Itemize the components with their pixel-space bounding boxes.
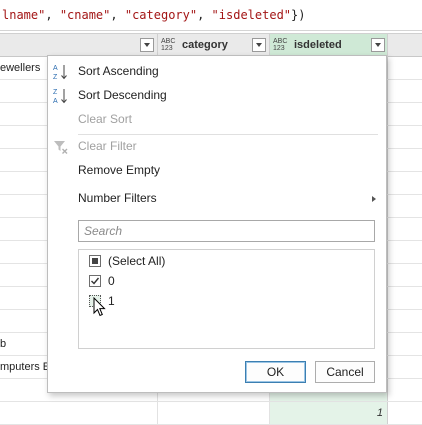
cell-text: ewellers: [0, 62, 41, 74]
cell-value: 1: [376, 407, 383, 419]
sort-ascending-menu-item[interactable]: A Z Sort Ascending: [48, 60, 386, 84]
column-header-row: ABC 123 category ABC 123 isdeleted: [0, 33, 422, 57]
checkmark-icon: [91, 277, 100, 285]
column-header-category[interactable]: ABC 123 category: [158, 34, 270, 57]
cancel-button[interactable]: Cancel: [315, 361, 375, 383]
formula-text[interactable]: lname", "cname", "category", "isdeleted"…: [2, 8, 305, 22]
value-checkbox[interactable]: [89, 275, 101, 287]
type-badge-top: ABC: [273, 38, 288, 45]
formula-token: ,: [197, 8, 212, 22]
number-filters-menu-item[interactable]: Number Filters: [48, 187, 386, 211]
formula-token: "isdeleted": [211, 8, 292, 22]
clear-sort-menu-item[interactable]: Clear Sort: [48, 108, 386, 132]
column-filter-dropdown-button[interactable]: [371, 38, 385, 52]
type-badge-bottom: 123: [273, 45, 285, 52]
type-any-icon[interactable]: ABC 123: [273, 38, 287, 52]
type-any-icon[interactable]: ABC 123: [161, 38, 175, 52]
menu-item-label: Clear Filter: [78, 139, 137, 153]
menu-item-label: Number Filters: [78, 191, 157, 205]
formula-token: ,: [45, 8, 60, 22]
formula-token: "category": [124, 8, 198, 22]
table-row[interactable]: 1: [0, 402, 422, 425]
mouse-cursor-icon: [93, 297, 106, 317]
table-cell[interactable]: 1: [270, 402, 388, 424]
list-item-label: 0: [108, 274, 115, 288]
column-label: category: [182, 39, 228, 51]
formula-token: ,: [110, 8, 125, 22]
column-filter-dropdown-button[interactable]: [140, 38, 154, 52]
column-label: isdeleted: [294, 39, 342, 51]
svg-text:Z: Z: [53, 74, 58, 81]
column-header-isdeleted[interactable]: ABC 123 isdeleted: [270, 34, 388, 57]
filter-values-list[interactable]: (Select All) 0 1: [78, 249, 375, 349]
svg-text:A: A: [53, 98, 58, 105]
menu-item-label: Sort Ascending: [78, 64, 159, 78]
table-cell[interactable]: [0, 402, 158, 424]
select-all-checkbox[interactable]: [89, 255, 101, 267]
menu-item-label: Sort Descending: [78, 88, 167, 102]
submenu-arrow-icon: [372, 196, 376, 202]
clear-filter-icon: [54, 141, 68, 154]
cell-text: b: [0, 338, 7, 350]
filter-search-input[interactable]: [79, 221, 374, 241]
filter-search-box[interactable]: [78, 220, 375, 242]
formula-token: lname": [2, 8, 46, 22]
type-badge-bottom: 123: [161, 45, 173, 52]
type-badge-top: ABC: [161, 38, 176, 45]
formula-token: "cname": [59, 8, 111, 22]
menu-item-label: Clear Sort: [78, 112, 133, 126]
menu-item-label: Remove Empty: [78, 163, 161, 177]
sort-descending-icon: Z A: [53, 89, 67, 105]
ok-button[interactable]: OK: [245, 361, 306, 383]
sort-descending-menu-item[interactable]: Z A Sort Descending: [48, 84, 386, 108]
column-header-partial: [0, 34, 158, 57]
column-filter-dropdown: A Z Sort Ascending Z A Sort Descending C…: [47, 55, 387, 393]
column-filter-dropdown-button[interactable]: [252, 38, 266, 52]
list-item-label: (Select All): [108, 254, 166, 268]
svg-text:A: A: [53, 65, 58, 72]
clear-filter-menu-item[interactable]: Clear Filter: [48, 135, 386, 159]
table-cell[interactable]: [158, 402, 270, 424]
formula-bar[interactable]: lname", "cname", "category", "isdeleted"…: [0, 0, 422, 31]
list-item-label: 1: [108, 294, 115, 308]
sort-ascending-icon: A Z: [53, 65, 67, 81]
remove-empty-menu-item[interactable]: Remove Empty: [48, 159, 386, 183]
svg-text:Z: Z: [53, 89, 58, 96]
formula-token: }): [291, 8, 306, 22]
